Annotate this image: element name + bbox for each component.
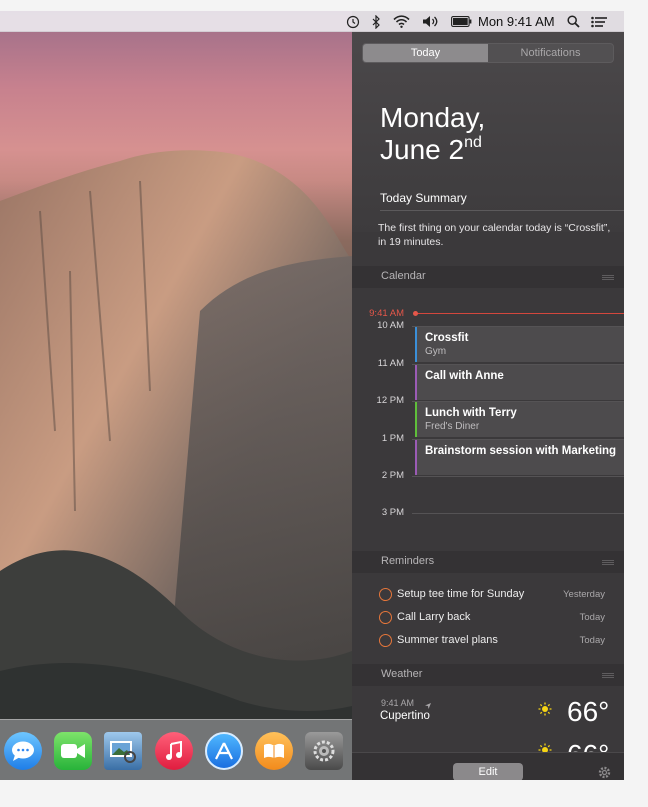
time-machine-icon[interactable]	[346, 14, 360, 29]
today-summary-text: The first thing on your calendar today i…	[378, 222, 611, 248]
drag-handle-icon[interactable]	[602, 673, 614, 678]
notification-center-icon[interactable]	[590, 14, 608, 29]
app-store-app-icon[interactable]	[205, 732, 243, 770]
screen: Mon 9:41 AM Today Notifications Monday, …	[0, 11, 624, 780]
notification-center-panel: Today Notifications Monday, June 2nd Tod…	[352, 32, 624, 780]
notification-center-footer: Edit	[352, 752, 624, 780]
dock	[0, 719, 352, 780]
system-preferences-app-icon[interactable]	[305, 732, 343, 770]
menu-bar-clock[interactable]: Mon 9:41 AM	[478, 14, 555, 29]
date-month-day: June 2nd	[380, 134, 482, 166]
current-time-line	[415, 313, 624, 314]
today-summary-title: Today Summary	[380, 191, 467, 205]
reminder-item: Call Larry back Today	[352, 608, 624, 630]
drag-handle-icon[interactable]	[602, 560, 614, 565]
weather-temperature: 66°	[567, 696, 610, 727]
reminder-text: Call Larry back	[397, 611, 471, 623]
divider	[380, 210, 624, 211]
event-title: Lunch with Terry	[425, 407, 517, 419]
date-suffix: nd	[464, 134, 482, 151]
drag-handle-icon[interactable]	[602, 275, 614, 280]
sun-icon	[538, 702, 552, 716]
current-time-dot	[413, 311, 418, 316]
gear-icon[interactable]	[597, 765, 612, 780]
calendar-event[interactable]: Lunch with Terry Fred's Diner	[415, 402, 624, 437]
weather-time: 9:41 AM	[381, 698, 415, 708]
volume-icon[interactable]	[421, 14, 439, 29]
calendar-event[interactable]: Call with Anne	[415, 365, 624, 400]
itunes-app-icon[interactable]	[155, 732, 193, 770]
reminder-date: Today	[579, 612, 605, 623]
weather-city: Cupertino	[380, 710, 430, 722]
edit-button[interactable]: Edit	[453, 763, 523, 780]
ibooks-app-icon[interactable]	[255, 732, 293, 770]
hour-label: 12 PM	[376, 395, 404, 406]
event-title: Brainstorm session with Marketing	[425, 445, 617, 457]
hour-label: 1 PM	[381, 433, 404, 444]
weather-header[interactable]: Weather	[352, 664, 624, 686]
weather-row[interactable]: 9:41 AM Cupertino 66°	[352, 694, 624, 734]
reminder-date: Yesterday	[563, 589, 605, 600]
messages-app-icon[interactable]	[4, 732, 42, 770]
iphoto-app-icon[interactable]	[104, 732, 142, 770]
hour-label: 10 AM	[377, 320, 404, 331]
reminder-checkbox[interactable]	[379, 611, 392, 624]
event-title: Crossfit	[425, 332, 469, 344]
event-location: Gym	[425, 346, 447, 357]
reminders-header[interactable]: Reminders	[352, 551, 624, 573]
calendar-header[interactable]: Calendar	[352, 266, 624, 288]
reminder-date: Today	[579, 635, 605, 646]
date-weekday: Monday,	[380, 102, 486, 133]
calendar-event[interactable]: Brainstorm session with Marketing	[415, 440, 624, 475]
facetime-app-icon[interactable]	[54, 732, 92, 770]
weather-title: Weather	[381, 668, 423, 680]
reminder-checkbox[interactable]	[379, 634, 392, 647]
weather-temperature: 66°	[567, 740, 609, 752]
hour-label: 2 PM	[381, 470, 404, 481]
reminder-checkbox[interactable]	[379, 588, 392, 601]
hour-gridline	[412, 476, 624, 477]
event-location: Fred's Diner	[425, 421, 480, 432]
reminder-text: Summer travel plans	[397, 634, 498, 646]
hour-label: 11 AM	[377, 358, 404, 369]
today-notifications-segmented-control: Today Notifications	[362, 43, 614, 63]
sun-icon	[538, 743, 552, 752]
calendar-event[interactable]: Crossfit Gym	[415, 327, 624, 362]
reminder-text: Setup tee time for Sunday	[397, 588, 525, 600]
menu-bar: Mon 9:41 AM	[0, 11, 624, 32]
event-title: Call with Anne	[425, 370, 504, 382]
battery-icon[interactable]	[450, 14, 472, 29]
spotlight-icon[interactable]	[566, 14, 580, 29]
desktop-wallpaper	[0, 11, 352, 780]
reminder-item: Setup tee time for Sunday Yesterday	[352, 585, 624, 607]
reminders-title: Reminders	[381, 555, 435, 567]
current-time-label: 9:41 AM	[369, 308, 404, 319]
tab-today[interactable]: Today	[363, 44, 488, 62]
hour-gridline	[412, 513, 624, 514]
hour-label: 3 PM	[381, 507, 404, 518]
date-month-day-text: June 2	[380, 134, 465, 165]
calendar-title: Calendar	[381, 270, 426, 282]
reminder-item: Summer travel plans Today	[352, 631, 624, 653]
tab-notifications[interactable]: Notifications	[488, 44, 613, 62]
bluetooth-icon[interactable]	[371, 14, 381, 29]
weather-row[interactable]: 66°	[352, 740, 624, 752]
wifi-icon[interactable]	[392, 14, 410, 29]
